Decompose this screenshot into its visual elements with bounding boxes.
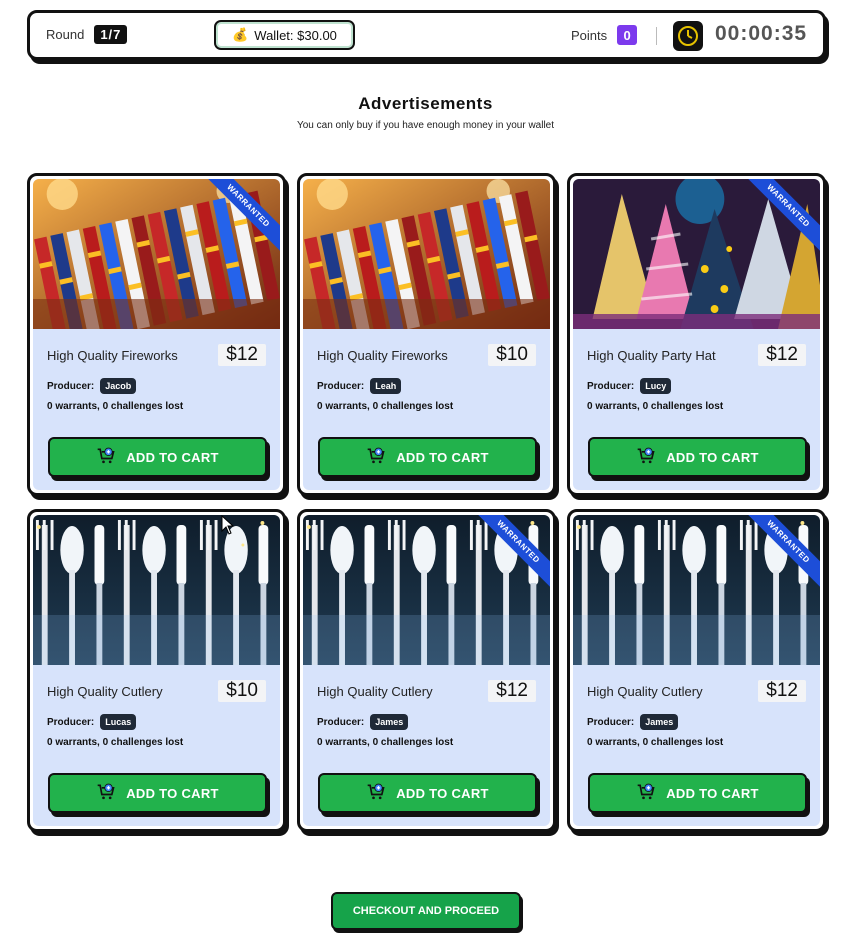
producer-stats: 0 warrants, 0 challenges lost [47, 737, 184, 748]
producer-stats: 0 warrants, 0 challenges lost [587, 737, 724, 748]
product-card: WARRANTED High Quality Cutlery $12 Produ… [567, 509, 826, 832]
add-to-cart-label: ADD TO CART [666, 785, 759, 801]
producer-name: Jacob [100, 378, 137, 394]
page-title: Advertisements [358, 94, 493, 113]
top-status-bar: Round 1/7 💰 Wallet: $30.00 Points 0 00:0… [27, 10, 826, 60]
producer-label: Producer: [47, 380, 95, 392]
clock-icon [673, 21, 703, 51]
producer-row: Producer: James [317, 714, 536, 730]
product-card-inner: WARRANTED High Quality Party Hat $12 Pro… [573, 179, 820, 490]
add-to-cart-button[interactable]: ADD TO CART [318, 773, 537, 813]
producer-row: Producer: James [587, 714, 806, 730]
product-name: High Quality Fireworks [47, 347, 178, 363]
producer-stats: 0 warrants, 0 challenges lost [587, 401, 724, 412]
producer-row: Producer: Lucy [587, 378, 806, 394]
producer-row: Producer: Lucas [47, 714, 266, 730]
product-price: $12 [758, 344, 806, 366]
cart-plus-icon [96, 782, 116, 805]
product-card: High Quality Cutlery $10 Producer: Lucas… [27, 509, 286, 832]
add-to-cart-button[interactable]: ADD TO CART [588, 437, 807, 477]
round-indicator: Round 1/7 [46, 25, 128, 44]
product-card: High Quality Fireworks $10 Producer: Lea… [297, 173, 556, 496]
add-to-cart-label: ADD TO CART [126, 449, 219, 465]
product-image: WARRANTED [573, 515, 820, 665]
producer-row: Producer: Leah [317, 378, 536, 394]
cart-plus-icon [636, 782, 656, 805]
producer-label: Producer: [587, 716, 635, 728]
mouse-cursor-icon [221, 515, 235, 535]
cart-plus-icon [366, 782, 386, 805]
product-name: High Quality Cutlery [47, 683, 163, 699]
points-value: 0 [617, 25, 638, 45]
add-to-cart-label: ADD TO CART [396, 785, 489, 801]
product-image [303, 179, 550, 329]
cart-plus-icon [96, 446, 116, 469]
product-card: WARRANTED High Quality Cutlery $12 Produ… [297, 509, 556, 832]
product-card-inner: High Quality Fireworks $10 Producer: Lea… [303, 179, 550, 490]
product-image [33, 515, 280, 665]
header-divider [656, 27, 657, 45]
product-price: $10 [218, 680, 266, 702]
add-to-cart-button[interactable]: ADD TO CART [318, 437, 537, 477]
producer-label: Producer: [47, 716, 95, 728]
product-name: High Quality Cutlery [317, 683, 433, 699]
producer-stats: 0 warrants, 0 challenges lost [317, 737, 454, 748]
add-to-cart-label: ADD TO CART [666, 449, 759, 465]
add-to-cart-button[interactable]: ADD TO CART [48, 437, 267, 477]
producer-label: Producer: [317, 380, 365, 392]
countdown-timer: 00:00:35 [715, 22, 808, 45]
round-value: 1/7 [94, 25, 128, 44]
add-to-cart-label: ADD TO CART [396, 449, 489, 465]
page-subtitle: You can only buy if you have enough mone… [296, 120, 555, 131]
wallet-display: 💰 Wallet: $30.00 [214, 20, 355, 50]
product-card-inner: WARRANTED High Quality Cutlery $12 Produ… [303, 515, 550, 826]
product-name: High Quality Fireworks [317, 347, 448, 363]
money-bag-icon: 💰 [232, 27, 249, 42]
wallet-text: Wallet: $30.00 [254, 27, 337, 43]
producer-stats: 0 warrants, 0 challenges lost [317, 401, 454, 412]
product-image: WARRANTED [573, 179, 820, 329]
producer-name: Lucy [640, 378, 672, 394]
product-name: High Quality Party Hat [587, 347, 716, 363]
add-to-cart-button[interactable]: ADD TO CART [588, 773, 807, 813]
cart-plus-icon [366, 446, 386, 469]
producer-name: James [640, 714, 679, 730]
product-name: High Quality Cutlery [587, 683, 703, 699]
product-card-inner: High Quality Cutlery $10 Producer: Lucas… [33, 515, 280, 826]
product-price: $12 [758, 680, 806, 702]
product-price: $12 [218, 344, 266, 366]
checkout-button[interactable]: CHECKOUT AND PROCEED [331, 892, 521, 930]
product-image: WARRANTED [33, 179, 280, 329]
producer-label: Producer: [587, 380, 635, 392]
cart-plus-icon [636, 446, 656, 469]
round-label: Round [46, 27, 85, 42]
product-card-inner: WARRANTED High Quality Fireworks $12 Pro… [33, 179, 280, 490]
product-image: WARRANTED [303, 515, 550, 665]
producer-name: Leah [370, 378, 402, 394]
points-indicator: Points 0 [571, 25, 638, 45]
add-to-cart-button[interactable]: ADD TO CART [48, 773, 267, 813]
producer-stats: 0 warrants, 0 challenges lost [47, 401, 184, 412]
producer-row: Producer: Jacob [47, 378, 266, 394]
producer-name: James [370, 714, 409, 730]
product-price: $10 [488, 344, 536, 366]
product-card: WARRANTED High Quality Party Hat $12 Pro… [567, 173, 826, 496]
product-card-inner: WARRANTED High Quality Cutlery $12 Produ… [573, 515, 820, 826]
producer-label: Producer: [317, 716, 365, 728]
add-to-cart-label: ADD TO CART [126, 785, 219, 801]
points-label: Points [571, 27, 608, 43]
product-card: WARRANTED High Quality Fireworks $12 Pro… [27, 173, 286, 496]
producer-name: Lucas [100, 714, 137, 730]
product-price: $12 [488, 680, 536, 702]
